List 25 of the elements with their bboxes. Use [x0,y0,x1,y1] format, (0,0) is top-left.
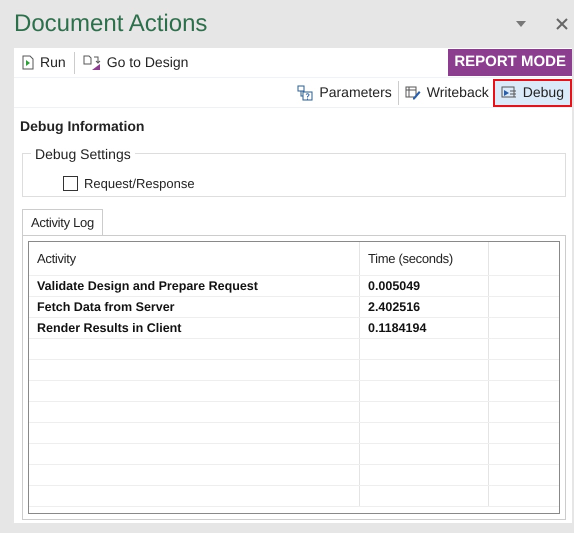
table-pencil-icon [404,86,421,100]
parameters-icon [297,84,314,100]
column-header[interactable]: Time (seconds) [360,242,489,275]
table-cell: 0.1184194 [360,318,489,338]
run-icon [22,55,34,70]
section-title: Debug Information [20,117,146,136]
table-cell: 0.005049 [360,276,489,296]
table-cell: Render Results in Client [29,318,360,338]
checkbox[interactable] [63,176,78,191]
go-to-design-button[interactable]: Go to Design [74,52,196,74]
table-cell: 2.402516 [360,297,489,317]
window-title: Document Actions [14,9,208,39]
tab[interactable]: Parameters [291,80,398,104]
close-icon[interactable] [556,18,568,30]
run-button[interactable]: Run [14,52,74,74]
tab[interactable]: Debug [494,80,570,104]
table-cell: Fetch Data from Server [29,297,360,317]
document-arrow-icon [82,54,101,70]
mode-badge: REPORT MODE [448,49,572,76]
checkbox-label: Request/Response [84,174,195,193]
dropdown-icon[interactable] [516,21,526,27]
tab[interactable]: Activity Log [22,209,103,235]
column-header[interactable]: Activity [29,242,360,275]
table-cell: Validate Design and Prepare Request [29,276,360,296]
debug-icon [500,86,517,100]
